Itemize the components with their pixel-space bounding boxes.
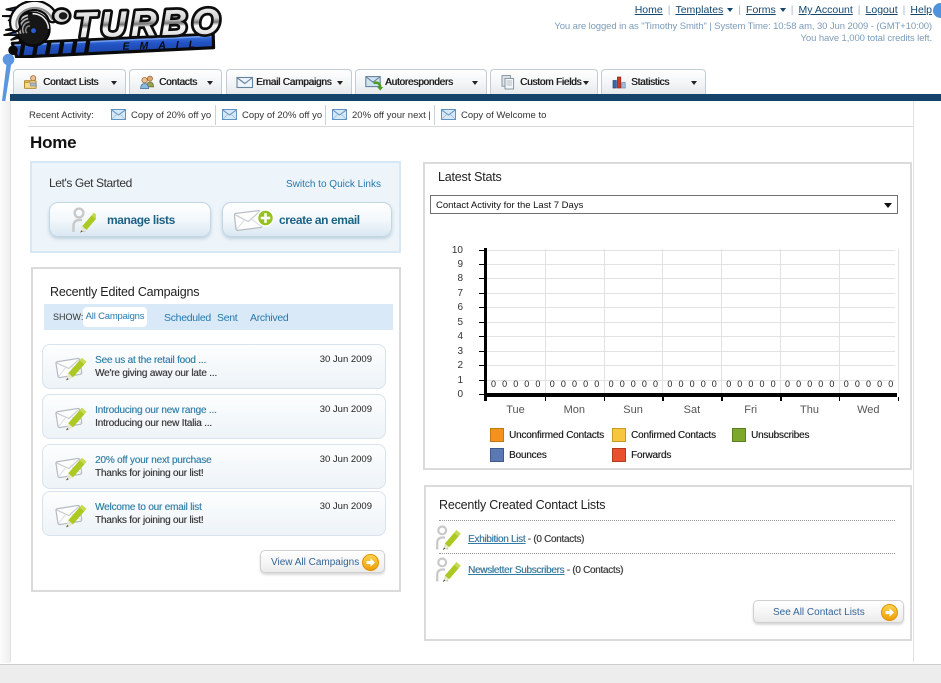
svg-text:TURBO: TURBO bbox=[73, 1, 220, 46]
